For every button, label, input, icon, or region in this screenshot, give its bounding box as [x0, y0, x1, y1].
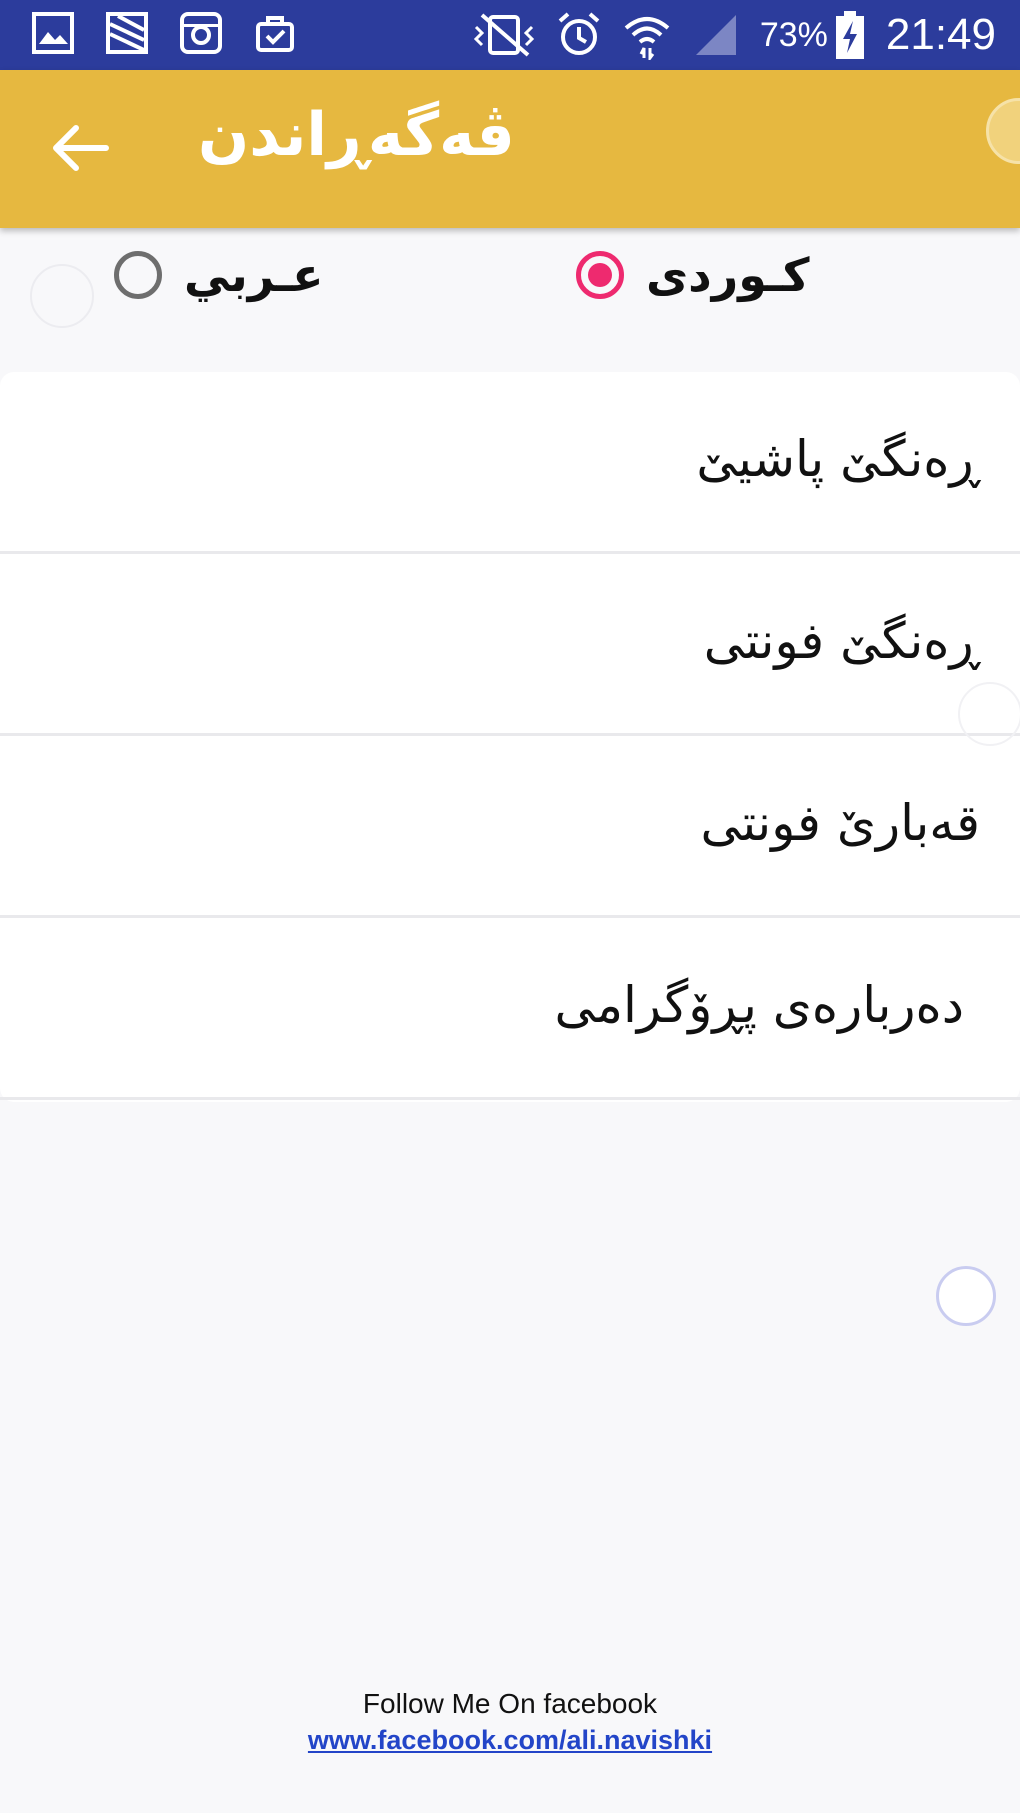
alarm-icon: [556, 11, 602, 59]
app-bar: ڤەگەڕاندن: [0, 70, 1020, 228]
ripple-ghost: [958, 682, 1020, 746]
radio-unchecked-icon: [114, 251, 162, 299]
menu-item-background-color[interactable]: ڕەنگێ پاشیێ: [0, 372, 1020, 554]
menu-item-font-size[interactable]: قەبارێ فونتی: [0, 736, 1020, 918]
system-status: 73% 21:49: [472, 8, 996, 62]
radio-arabic[interactable]: عـربي: [114, 240, 324, 310]
menu-item-font-color[interactable]: ڕەنگێ فونتی: [0, 554, 1020, 736]
signal-icon: [692, 11, 740, 59]
facebook-link[interactable]: www.facebook.com/ali.navishki: [0, 1722, 1020, 1758]
radio-label-kurdish: كـوردی: [646, 248, 810, 302]
menu-item-label: ڕەنگێ فونتی: [703, 612, 980, 670]
status-clock: 21:49: [885, 10, 996, 59]
menu-item-label: ڕەنگێ پاشیێ: [696, 430, 980, 488]
radio-checked-icon: [576, 251, 624, 299]
menu-item-label: دەربارەی پڕۆگرامی: [554, 976, 964, 1034]
menu-item-about[interactable]: دەربارەی پڕۆگرامی: [0, 918, 1020, 1100]
gallery-icon: [30, 10, 76, 56]
battery-percent: 73%: [759, 15, 828, 54]
footer-text: Follow Me On facebook: [362, 1688, 658, 1719]
shop-bag-icon: [252, 10, 298, 56]
wifi-icon: [622, 10, 672, 60]
back-button[interactable]: [48, 120, 112, 176]
status-bar: 73% 21:49: [0, 0, 1020, 70]
instagram-icon: [178, 10, 224, 56]
battery-charging-icon: [834, 9, 866, 61]
vibrate-mute-icon: [472, 11, 536, 59]
arrow-back-icon: [53, 125, 109, 171]
ripple-ghost: [30, 264, 94, 328]
photo-edit-icon: [104, 10, 150, 56]
page-title: ڤەگەڕاندن: [198, 100, 515, 170]
notification-icons: [30, 10, 298, 56]
language-selector: عـربي كـوردی: [0, 228, 1020, 338]
floating-touch-button[interactable]: [936, 1266, 996, 1326]
menu-item-label: قەبارێ فونتی: [700, 794, 980, 852]
radio-kurdish[interactable]: كـوردی: [576, 240, 810, 310]
overflow-indicator: [986, 98, 1020, 164]
settings-list: ڕەنگێ پاشیێ ڕەنگێ فونتی قەبارێ فونتی دەر…: [0, 372, 1020, 1102]
radio-label-arabic: عـربي: [184, 248, 324, 302]
footer: Follow Me On facebook www.facebook.com/a…: [0, 1686, 1020, 1758]
